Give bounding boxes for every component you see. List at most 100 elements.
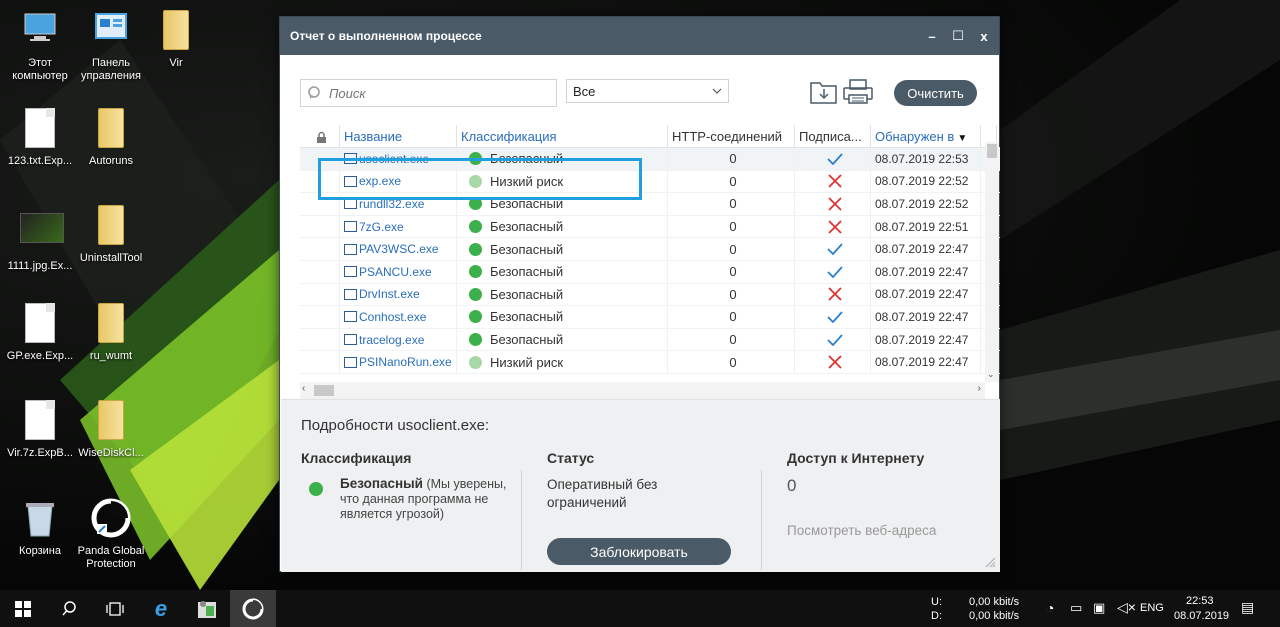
row-lock-cell (300, 148, 340, 170)
print-icon[interactable] (843, 79, 873, 107)
desktop-icon-folder[interactable]: WiseDiskCl... (73, 400, 149, 460)
table-row[interactable]: exp.exe Низкий риск 0 08.07.2019 22:52 (300, 170, 1000, 194)
panda-icon (91, 498, 131, 538)
taskbar-search-button[interactable] (46, 590, 92, 627)
horizontal-scrollbar[interactable]: ‹ › (300, 382, 985, 399)
desktop-icon-folder[interactable]: UninstallTool (73, 205, 149, 265)
table-row[interactable]: rundll32.exe Безопасный 0 08.07.2019 22:… (300, 193, 1000, 216)
scroll-down-icon[interactable]: ⌄ (987, 369, 995, 380)
process-name[interactable]: Conhost.exe (340, 306, 457, 328)
detected-cell: 08.07.2019 22:47 (871, 283, 981, 306)
signed-cell (795, 328, 871, 351)
process-name[interactable]: tracelog.exe (340, 328, 457, 351)
folder-icon (98, 303, 124, 343)
details-separator (761, 470, 762, 570)
hscroll-thumb[interactable] (314, 385, 334, 396)
table-row[interactable]: 7zG.exe Безопасный 0 08.07.2019 22:51 (300, 215, 1000, 239)
table-row[interactable]: DrvInst.exe Безопасный 0 08.07.2019 22:4… (300, 283, 1000, 307)
desktop-icon-label: WiseDiskCl... (78, 447, 144, 459)
http-cell: 0 (668, 306, 795, 328)
cross-icon (827, 174, 842, 189)
desktop-icon-folder[interactable]: Vir (138, 10, 214, 70)
desktop-icon-file[interactable]: GP.exe.Exp... (2, 303, 78, 363)
details-internet: Доступ к Интернету 0 Посмотреть веб-адре… (787, 450, 987, 538)
app-icon (198, 600, 216, 618)
task-view-button[interactable] (92, 590, 138, 627)
vertical-scrollbar[interactable]: ⌄ (985, 142, 999, 382)
column-header-signed[interactable]: Подписа... (795, 125, 871, 147)
file-icon (344, 311, 357, 323)
column-header-classification[interactable]: Классификация (457, 125, 668, 147)
signed-cell (795, 238, 871, 260)
desktop-icon-panda[interactable]: Panda Global Protection (73, 498, 149, 571)
desktop-icon-computer[interactable]: Этот компьютер (2, 10, 78, 83)
lock-column-header[interactable] (300, 125, 340, 147)
desktop-icon-folder[interactable]: ru_wumt (73, 303, 149, 363)
language-indicator[interactable]: ENG (1140, 602, 1164, 614)
check-icon (826, 153, 843, 165)
taskbar-app-button[interactable] (184, 590, 230, 627)
desktop-icon-label: Корзина (19, 545, 61, 557)
clock-date[interactable]: 08.07.2019 (1174, 610, 1229, 622)
search-input[interactable] (329, 85, 539, 101)
scroll-left-icon[interactable]: ‹ (302, 383, 305, 394)
search-box[interactable] (300, 79, 557, 107)
panda-tray-icon[interactable]: ◔ (1046, 600, 1054, 616)
taskbar-ie-button[interactable]: e (138, 590, 184, 627)
http-cell: 0 (668, 283, 795, 306)
process-name[interactable]: PSINanoRun.exe (340, 351, 457, 373)
process-name[interactable]: usoclient.exe (340, 148, 457, 170)
classification-value: Безопасный (340, 476, 423, 491)
table-row[interactable]: usoclient.exe Безопасный 0 08.07.2019 22… (300, 148, 1000, 171)
clear-button[interactable]: Очистить (894, 80, 977, 106)
maximize-icon[interactable]: ☐ (947, 28, 969, 44)
desktop-icon-folder[interactable]: Autoruns (73, 108, 149, 168)
signed-cell (795, 148, 871, 170)
minimize-icon[interactable]: – (921, 29, 943, 44)
column-header-detected[interactable]: Обнаружен в ▼ (871, 125, 981, 147)
safe-status-dot (309, 482, 323, 496)
notifications-icon[interactable]: ▤ (1241, 599, 1254, 616)
monitor-tray-icon[interactable]: ▭ (1070, 600, 1082, 616)
details-selected-name: usoclient.exe: (397, 417, 490, 434)
start-button[interactable] (0, 590, 46, 627)
desktop-icon-file[interactable]: 123.txt.Exp... (2, 108, 78, 168)
process-name[interactable]: PAV3WSC.exe (340, 238, 457, 260)
table-row[interactable]: PSINanoRun.exe Низкий риск 0 08.07.2019 … (300, 351, 1000, 374)
column-header-name[interactable]: Название (340, 125, 457, 147)
window-titlebar[interactable]: Отчет о выполненном процессе – ☐ x (280, 17, 999, 55)
classification-text: Безопасный (490, 264, 564, 280)
close-icon[interactable]: x (973, 29, 995, 44)
desktop-icon-image[interactable]: 1111.jpg.Ex... (2, 205, 78, 273)
scroll-thumb[interactable] (987, 144, 997, 158)
panda-icon (242, 598, 264, 619)
row-lock-cell (300, 170, 340, 193)
table-row[interactable]: tracelog.exe Безопасный 0 08.07.2019 22:… (300, 328, 1000, 352)
process-name[interactable]: exp.exe (340, 170, 457, 193)
resize-grip-icon[interactable] (984, 556, 996, 568)
filter-select[interactable]: Все (566, 79, 729, 103)
process-name[interactable]: PSANCU.exe (340, 260, 457, 283)
process-name[interactable]: 7zG.exe (340, 215, 457, 238)
view-web-addresses-link[interactable]: Посмотреть веб-адреса (787, 523, 987, 538)
status-value: Оперативный без ограничений (547, 477, 658, 510)
taskbar-panda-button[interactable] (230, 590, 276, 627)
table-row[interactable]: PSANCU.exe Безопасный 0 08.07.2019 22:47 (300, 260, 1000, 284)
process-name[interactable]: DrvInst.exe (340, 283, 457, 306)
http-cell: 0 (668, 215, 795, 238)
details-separator (521, 470, 522, 570)
column-header-http[interactable]: HTTP-соединений (668, 125, 795, 147)
network-tray-icon[interactable]: ▣ (1093, 600, 1105, 616)
volume-muted-icon[interactable]: ◁× (1117, 599, 1136, 616)
table-row[interactable]: Conhost.exe Безопасный 0 08.07.2019 22:4… (300, 306, 1000, 329)
desktop-icon-recycle-bin[interactable]: Корзина (2, 498, 78, 558)
desktop-icon-file[interactable]: Vir.7z.ExpB... (2, 400, 78, 460)
block-button[interactable]: Заблокировать (547, 538, 731, 565)
clock-time[interactable]: 22:53 (1186, 595, 1214, 607)
export-folder-icon[interactable] (810, 79, 840, 107)
process-name[interactable]: rundll32.exe (340, 193, 457, 215)
table-row[interactable]: PAV3WSC.exe Безопасный 0 08.07.2019 22:4… (300, 238, 1000, 261)
scroll-right-icon[interactable]: › (978, 383, 981, 394)
detected-cell: 08.07.2019 22:47 (871, 306, 981, 328)
classification-text: Низкий риск (490, 354, 564, 370)
